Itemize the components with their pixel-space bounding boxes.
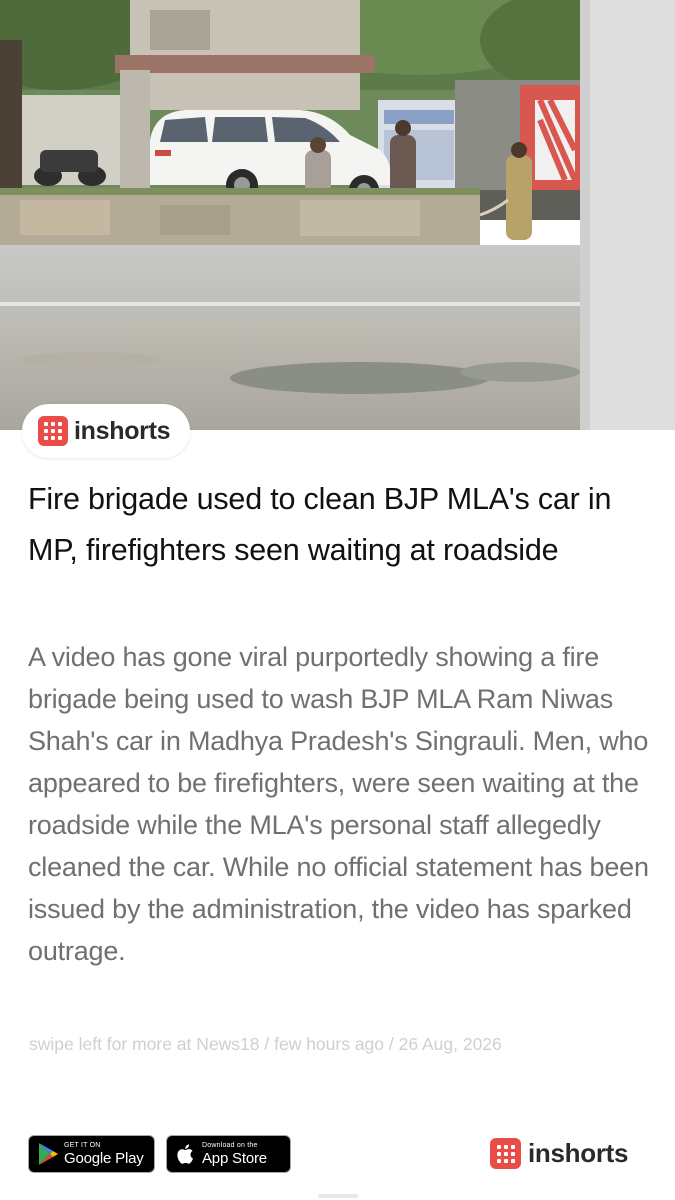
article-meta[interactable]: swipe left for more at News18 / few hour… (29, 1034, 659, 1055)
article-headline: Fire brigade used to clean BJP MLA's car… (28, 482, 612, 567)
apple-icon (177, 1144, 193, 1164)
inshorts-logo-icon (38, 416, 68, 446)
google-play-button[interactable]: GET IT ON Google Play (28, 1135, 155, 1173)
inshorts-logo-icon (490, 1138, 521, 1169)
home-indicator (318, 1194, 358, 1198)
news-photo (0, 0, 675, 430)
google-play-small-text: GET IT ON (64, 1142, 101, 1149)
article-body: A video has gone viral purportedly showi… (28, 642, 649, 966)
app-store-label: App Store (202, 1150, 267, 1167)
app-store-small-text: Download on the (202, 1142, 258, 1149)
footer-brand-name: inshorts (528, 1138, 629, 1168)
google-play-label: Google Play (64, 1150, 144, 1167)
inshorts-badge: inshorts (22, 404, 190, 458)
footer-inshorts-logo[interactable]: inshorts (490, 1138, 628, 1169)
app-store-button[interactable]: Download on the App Store (166, 1135, 291, 1173)
google-play-icon (39, 1143, 58, 1165)
brand-name: inshorts (74, 416, 171, 445)
